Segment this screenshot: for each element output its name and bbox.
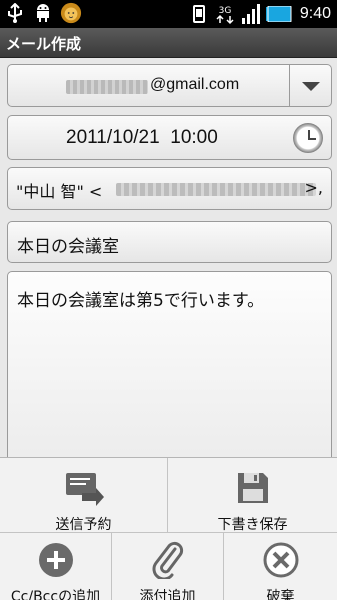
message-body-text: 本日の会議室は第5で行います。 <box>17 291 265 311</box>
signal-strength-icon <box>240 3 262 25</box>
scheduled-date: 2011/10/21 <box>66 127 160 148</box>
subject-field[interactable]: 本日の会議室 <box>7 221 332 263</box>
scheduled-time: 10:00 <box>170 127 218 148</box>
network-3g-icon: 3G <box>213 3 236 25</box>
network-3g-label: 3G <box>219 6 232 16</box>
scheduled-send-icon <box>64 466 104 510</box>
recipient-suffix: >, <box>304 178 324 197</box>
from-address-redacted <box>66 80 148 94</box>
lion-app-icon <box>60 2 82 24</box>
subject-text: 本日の会議室 <box>17 237 119 257</box>
add-attachment-button[interactable]: 添付追加 <box>112 538 223 600</box>
discard-label: 破棄 <box>266 589 295 600</box>
message-body-field[interactable]: 本日の会議室は第5で行います。 <box>7 271 332 466</box>
from-account-selector[interactable]: @gmail.com <box>7 64 332 107</box>
to-recipient-field[interactable]: "中山 智" < >, <box>7 167 332 210</box>
clock-icon <box>293 123 323 153</box>
recipient-name: "中山 智" < <box>16 182 103 201</box>
status-time: 9:40 <box>299 5 331 22</box>
discard-x-circle-icon <box>262 538 300 582</box>
from-address-suffix: @gmail.com <box>150 76 240 93</box>
status-bar: 3G 9:40 <box>0 0 337 28</box>
scheduled-datetime-button[interactable]: 2011/10/21 10:00 <box>7 115 332 160</box>
dropdown-arrow-icon[interactable] <box>289 65 331 106</box>
recipient-address-redacted <box>116 183 316 196</box>
vibrate-icon <box>188 3 210 25</box>
add-attachment-label: 添付追加 <box>139 589 196 600</box>
title-bar: メール作成 <box>0 28 337 58</box>
android-debug-icon <box>32 2 54 24</box>
save-draft-label: 下書き保存 <box>217 517 288 533</box>
discard-button[interactable]: 破棄 <box>224 538 337 600</box>
usb-icon <box>4 2 26 24</box>
floppy-disk-icon <box>235 466 271 510</box>
scheduled-datetime-text: 2011/10/21 10:00 <box>66 127 218 149</box>
page-title: メール作成 <box>6 35 82 53</box>
options-menu: 送信予約 下書き保存 Cc/Bccの追加 添付追加 破棄 <box>0 457 337 600</box>
battery-icon <box>265 3 292 25</box>
plus-circle-icon <box>37 538 75 582</box>
scheduled-send-button[interactable]: 送信予約 <box>0 466 167 534</box>
add-cc-bcc-label: Cc/Bccの追加 <box>10 589 101 600</box>
scheduled-send-label: 送信予約 <box>55 517 112 533</box>
add-cc-bcc-button[interactable]: Cc/Bccの追加 <box>0 538 111 600</box>
paperclip-icon <box>151 538 185 582</box>
save-draft-button[interactable]: 下書き保存 <box>168 466 337 534</box>
